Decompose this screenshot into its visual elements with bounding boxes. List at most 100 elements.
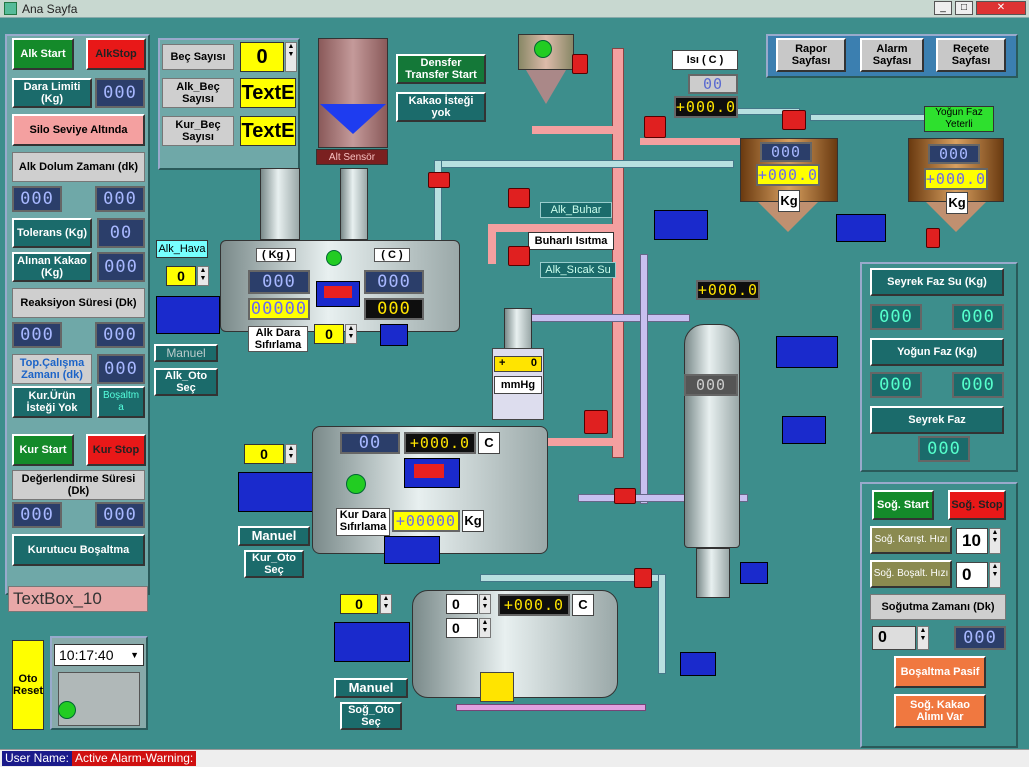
seyrek-su-display-1: 000 bbox=[870, 304, 922, 330]
textbox-10[interactable]: TextBox_10 bbox=[8, 586, 148, 612]
alk-dolum-display-2: 000 bbox=[95, 186, 145, 212]
bosalt-hizi-field[interactable]: 0 bbox=[956, 562, 988, 588]
steam-pipe-h3 bbox=[548, 438, 618, 446]
valve-6[interactable] bbox=[572, 54, 588, 74]
kur-urun-status: Kur.Ürün İsteği Yok bbox=[12, 386, 92, 418]
tank-1-display-1: 000 bbox=[760, 142, 812, 162]
active-alarm-label: Active Alarm-Warning: bbox=[72, 751, 197, 766]
kur-bec-value[interactable]: TextE bbox=[240, 116, 296, 146]
steam-pipe-v2 bbox=[488, 224, 496, 264]
seyrek-su-display-2: 000 bbox=[952, 304, 1004, 330]
column-top-temp: +000.0 bbox=[696, 280, 760, 300]
yogun-faz-display-1: 000 bbox=[870, 372, 922, 398]
tolerans-display: 00 bbox=[97, 218, 145, 248]
alk-bec-value[interactable]: TextE bbox=[240, 78, 296, 108]
karist-hizi-spinner[interactable]: ▲ ▼ bbox=[989, 528, 1001, 554]
bosalt-hizi-label: Soğ. Boşalt. Hızı bbox=[870, 560, 952, 588]
sog-spinner-2[interactable]: ▲ ▼ bbox=[479, 618, 491, 638]
valve-5[interactable] bbox=[782, 110, 806, 130]
reaksiyon-display-2: 000 bbox=[95, 322, 145, 348]
sog-value[interactable]: 0 bbox=[340, 594, 378, 614]
sog-stop-button[interactable]: Soğ. Stop bbox=[948, 490, 1006, 520]
sogutma-zamani-label: Soğutma Zamanı (Dk) bbox=[870, 594, 1006, 620]
kur-led-icon bbox=[346, 474, 366, 494]
steam-pipe-top bbox=[640, 138, 750, 145]
isi-display-2: +000.0 bbox=[674, 96, 738, 118]
water-pipe-h2 bbox=[480, 574, 660, 582]
kur-dara-button[interactable]: Kur Dara Sıfırlama bbox=[336, 508, 390, 536]
sog-field-2[interactable]: 0 bbox=[446, 618, 478, 638]
manuel-1-button[interactable]: Manuel bbox=[154, 344, 218, 362]
silo-seviye-button[interactable]: Silo Seviye Altında bbox=[12, 114, 145, 146]
alk-start-button[interactable]: Alk Start bbox=[12, 38, 74, 70]
sog-spinner[interactable]: ▲ ▼ bbox=[380, 594, 392, 614]
sog-kakao-alimi-button[interactable]: Soğ. Kakao Alımı Var bbox=[894, 694, 986, 728]
valve-7[interactable] bbox=[584, 410, 608, 434]
manuel-3-button[interactable]: Manuel bbox=[334, 678, 408, 698]
valve-2[interactable] bbox=[508, 188, 530, 208]
bec-spinner[interactable]: ▲ ▼ bbox=[285, 42, 297, 72]
alk-dara-value[interactable]: 0 bbox=[314, 324, 344, 344]
alk-stop-button[interactable]: AlkStop bbox=[86, 38, 146, 70]
kur-weight-display: +00000 bbox=[392, 510, 460, 532]
alk-hava-label: Alk_Hava bbox=[156, 240, 208, 258]
kur-oto-button[interactable]: Kur_Oto Seç bbox=[244, 550, 304, 578]
rapor-sayfasi-button[interactable]: Rapor Sayfası bbox=[776, 38, 846, 72]
alk-hava-spinner[interactable]: ▲ ▼ bbox=[197, 266, 209, 286]
valve-3[interactable] bbox=[508, 246, 530, 266]
alk-bec-label: Alk_Beç Sayısı bbox=[162, 78, 234, 108]
alk-kg-display-1: 000 bbox=[248, 270, 310, 294]
dara-limiti-label: Dara Limiti (Kg) bbox=[12, 78, 92, 108]
alk-dara-button[interactable]: Alk Dara Sıfırlama bbox=[248, 326, 308, 352]
bosalt-hizi-spinner[interactable]: ▲ ▼ bbox=[989, 562, 1001, 588]
kurutucu-bosaltma-button[interactable]: Kurutucu Boşaltma bbox=[12, 534, 145, 566]
maximize-button[interactable]: □ bbox=[955, 1, 973, 15]
kur-display-1: 00 bbox=[340, 432, 400, 454]
sog-start-button[interactable]: Soğ. Start bbox=[872, 490, 934, 520]
time-value: 10:17:40 bbox=[59, 647, 114, 663]
kur-stop-button[interactable]: Kur Stop bbox=[86, 434, 146, 466]
karist-hizi-field[interactable]: 10 bbox=[956, 528, 988, 554]
densfer-button[interactable]: Densfer Transfer Start bbox=[396, 54, 486, 84]
valve-8[interactable] bbox=[614, 488, 636, 504]
valve-4[interactable] bbox=[644, 116, 666, 138]
manuel-2-button[interactable]: Manuel bbox=[238, 526, 310, 546]
valve-1[interactable] bbox=[428, 172, 450, 188]
bosaltma-pasif-button[interactable]: Boşaltma Pasif bbox=[894, 656, 986, 688]
sogutma-spinner[interactable]: ▲ ▼ bbox=[917, 626, 929, 650]
alk-hava-value[interactable]: 0 bbox=[166, 266, 196, 286]
recete-sayfasi-button[interactable]: Reçete Sayfası bbox=[936, 38, 1006, 72]
alk-feed-column bbox=[340, 168, 368, 240]
pump-2 bbox=[836, 214, 886, 242]
close-button[interactable]: ✕ bbox=[976, 1, 1026, 15]
bec-sayisi-value[interactable]: 0 bbox=[240, 42, 284, 72]
kur-spinner[interactable]: ▲ ▼ bbox=[285, 444, 297, 464]
sog-oto-button[interactable]: Soğ_Oto Seç bbox=[340, 702, 402, 730]
hopper-led-icon bbox=[534, 40, 552, 58]
valve-9[interactable] bbox=[634, 568, 652, 588]
minimize-button[interactable]: _ bbox=[934, 1, 952, 15]
kur-start-button[interactable]: Kur Start bbox=[12, 434, 74, 466]
degerlendirme-display-2: 000 bbox=[95, 502, 145, 528]
sog-field-1[interactable]: 0 bbox=[446, 594, 478, 614]
tolerans-label: Tolerans (Kg) bbox=[12, 218, 92, 248]
alk-c-display-1: 000 bbox=[364, 270, 424, 294]
distillation-column bbox=[684, 324, 740, 548]
bosaltma-small-button[interactable]: Boşaltm a bbox=[97, 386, 145, 418]
window-title: Ana Sayfa bbox=[22, 2, 78, 16]
sog-temp-display: +000.0 bbox=[498, 594, 570, 616]
alarm-sayfasi-button[interactable]: Alarm Sayfası bbox=[860, 38, 924, 72]
chevron-down-icon[interactable]: ▼ bbox=[130, 645, 139, 665]
sog-spinner-1[interactable]: ▲ ▼ bbox=[479, 594, 491, 614]
app-icon bbox=[4, 2, 17, 15]
oto-reset-button[interactable]: Oto Reset bbox=[12, 640, 44, 730]
alk-oto-button[interactable]: Alk_Oto Seç bbox=[154, 368, 218, 396]
buharli-isitma-label: Buharlı Isıtma bbox=[528, 232, 614, 250]
time-picker[interactable]: 10:17:40 ▼ bbox=[54, 644, 144, 666]
tank-2-display-2: +000.0 bbox=[924, 168, 988, 190]
kur-value[interactable]: 0 bbox=[244, 444, 284, 464]
alk-sicak-su-label: Alk_Sıcak Su bbox=[540, 262, 616, 278]
sogutma-field[interactable]: 0 bbox=[872, 626, 916, 650]
seyrek-faz-display: 000 bbox=[918, 436, 970, 462]
alk-dara-spinner[interactable]: ▲ ▼ bbox=[345, 324, 357, 344]
